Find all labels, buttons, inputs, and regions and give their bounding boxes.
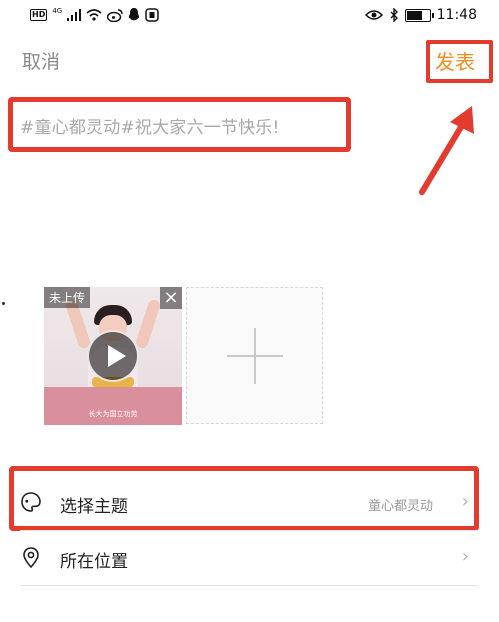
video-thumbnail[interactable]: 长大为国立功劳 未上传 ×: [44, 287, 182, 425]
compose-header: 取消 发表: [0, 32, 499, 88]
post-text-input[interactable]: #童心都灵动#祝大家六一节快乐!: [20, 113, 280, 138]
weibo-icon: [107, 8, 123, 22]
hd-volte-icon: HD: [30, 9, 48, 21]
location-label: 所在位置: [60, 552, 128, 572]
signal-icon: [67, 9, 82, 21]
plus-icon: [254, 328, 256, 384]
select-theme-row[interactable]: 选择主题 童心都灵动 ›: [0, 475, 499, 531]
bluetooth-icon: [390, 8, 398, 22]
chevron-right-icon: ›: [461, 491, 469, 512]
status-bar: HD 4G 11:48: [0, 0, 499, 32]
video-caption-band: [44, 387, 182, 425]
add-media-button[interactable]: [186, 287, 323, 424]
wifi-icon: [86, 9, 102, 21]
battery-icon: [404, 8, 434, 22]
publish-button[interactable]: 发表: [435, 46, 475, 75]
select-theme-label: 选择主题: [60, 497, 128, 517]
cancel-button[interactable]: 取消: [22, 47, 60, 74]
chevron-right-icon: ›: [461, 546, 469, 567]
location-pin-icon: [23, 547, 39, 568]
video-caption: 长大为国立功劳: [88, 410, 138, 418]
annotation-arrow-icon: [419, 106, 474, 195]
status-left: HD 4G: [30, 7, 159, 22]
upload-status-badge: 未上传: [44, 287, 91, 308]
play-icon[interactable]: [87, 330, 139, 382]
qq-icon: [129, 8, 140, 21]
selected-theme-value: 童心都灵动: [367, 499, 433, 514]
location-row[interactable]: 所在位置 ›: [0, 530, 499, 586]
eye-icon: [364, 10, 383, 20]
signal-4g-icon: 4G: [52, 7, 63, 15]
palette-icon: [21, 492, 41, 512]
app-icon: [145, 8, 159, 22]
clock-time: 11:48: [436, 7, 477, 23]
divider: [20, 585, 478, 586]
status-right: 11:48: [364, 7, 477, 23]
stray-dot: [2, 302, 5, 305]
remove-media-close-icon[interactable]: ×: [160, 287, 182, 309]
